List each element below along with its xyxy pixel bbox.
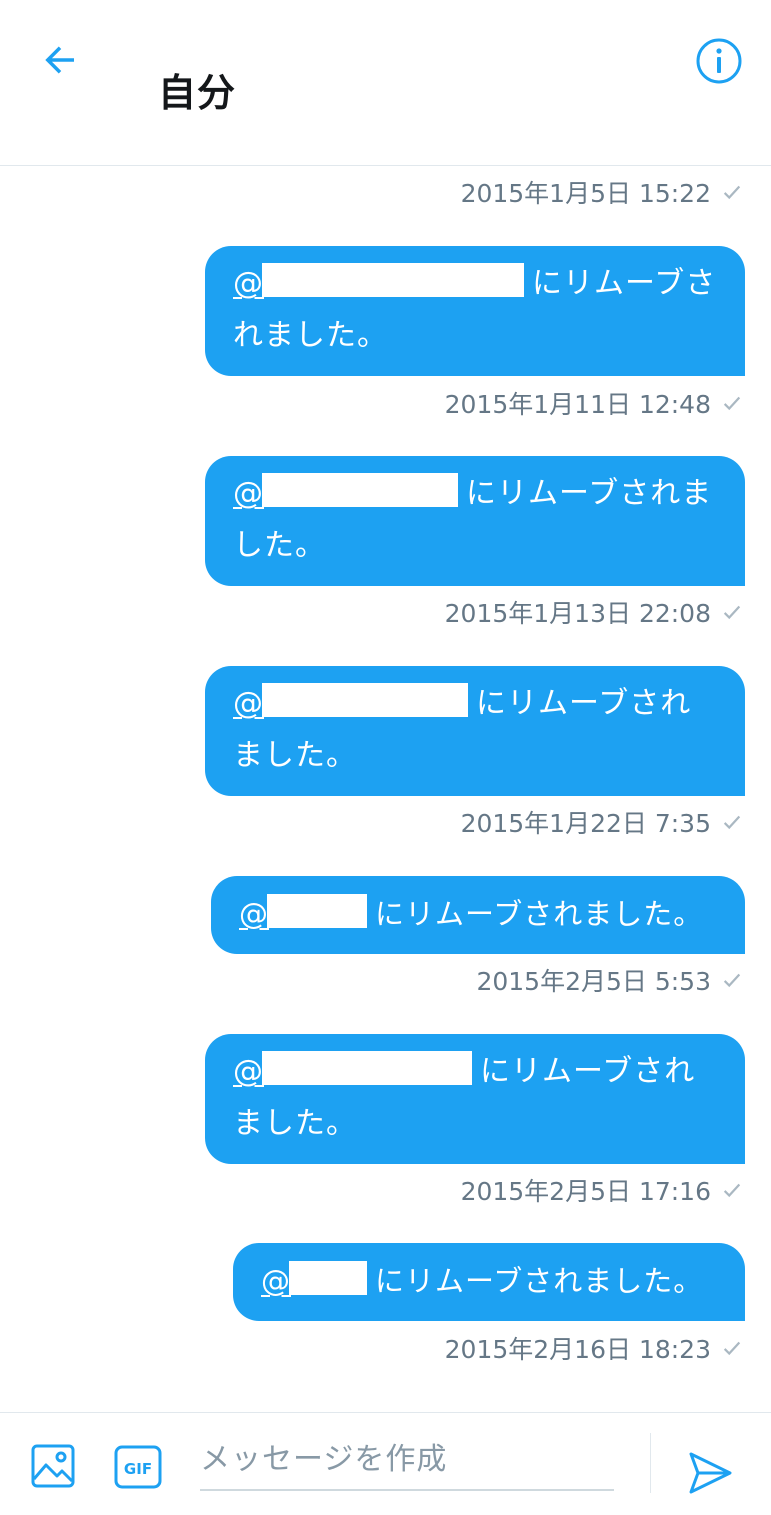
check-icon [723,185,741,200]
message-text: ました。 [233,1106,357,1141]
redacted-username [267,894,367,928]
message-text: した。 [233,528,326,563]
timestamp-text: 2015年2月5日 17:16 [460,1177,711,1206]
mention-link[interactable]: @ [233,683,476,721]
composer-bar: GIF [0,1412,771,1515]
check-icon [723,1341,741,1356]
mention-link[interactable]: @ [233,473,466,511]
message-timestamp: 2015年2月5日 17:16 [461,1172,743,1208]
back-button[interactable] [36,36,84,84]
message-thread[interactable]: 2015年1月5日 15:22 @ にリムーブさ れました。 2015年1月11日… [0,166,771,1412]
message-timestamp: 2015年1月13日 22:08 [445,594,743,630]
redacted-username [262,683,468,717]
info-icon [696,38,742,84]
message-bubble[interactable]: @ にリムーブさ れました。 [205,246,745,376]
message-bubble[interactable]: @ にリムーブされ ました。 [205,666,745,796]
message-timestamp: 2015年1月22日 7:35 [461,804,743,840]
timestamp-text: 2015年1月11日 12:48 [444,390,711,419]
message-text: ました。 [233,738,357,773]
check-icon [723,1183,741,1198]
timestamp-text: 2015年2月5日 5:53 [476,967,711,996]
svg-text:GIF: GIF [124,1460,152,1478]
message-timestamp: 2015年2月5日 5:53 [476,962,743,998]
mention-link[interactable]: @ [239,894,375,931]
conversation-title: 自分 [158,71,237,115]
message-text: にリムーブされました。 [375,1264,704,1298]
timestamp-text: 2015年1月13日 22:08 [444,599,711,628]
message-text: にリムーブされ [480,1054,696,1089]
message-input[interactable] [200,1429,614,1491]
redacted-username [289,1261,367,1295]
divider [650,1433,651,1493]
timestamp-text: 2015年2月16日 18:23 [444,1335,711,1364]
message-timestamp: 2015年1月5日 15:22 [461,174,743,210]
timestamp-text: 2015年1月5日 15:22 [460,179,711,208]
info-button[interactable] [694,36,744,86]
message-text: れました。 [233,318,388,353]
check-icon [723,396,741,411]
message-timestamp: 2015年2月16日 18:23 [445,1330,743,1366]
mention-link[interactable]: @ [233,263,532,301]
message-text: にリムーブされ [476,686,692,721]
check-icon [723,605,741,620]
image-icon [31,1444,75,1488]
message-text: にリムーブされました。 [375,897,704,931]
message-bubble[interactable]: @ にリムーブされました。 [233,1243,745,1321]
message-timestamp: 2015年1月11日 12:48 [445,385,743,421]
redacted-username [262,473,458,507]
check-icon [723,973,741,988]
message-bubble[interactable]: @ にリムーブされました。 [211,876,745,954]
redacted-username [262,1051,472,1085]
mention-link[interactable]: @ [233,1051,480,1089]
send-icon [689,1452,732,1494]
arrow-left-icon [45,46,74,74]
message-bubble[interactable]: @ にリムーブされ ました。 [205,1034,745,1164]
add-gif-button[interactable]: GIF [114,1445,162,1489]
check-icon [723,815,741,830]
gif-icon: GIF [114,1445,162,1489]
message-text: にリムーブされま [466,476,713,511]
conversation-header: 自分 [0,0,771,166]
timestamp-text: 2015年1月22日 7:35 [460,809,711,838]
message-bubble[interactable]: @ にリムーブされま した。 [205,456,745,586]
message-text: にリムーブさ [532,266,717,301]
redacted-username [262,263,524,297]
send-button[interactable] [686,1449,734,1497]
mention-link[interactable]: @ [261,1261,375,1298]
add-photo-button[interactable] [30,1443,76,1489]
